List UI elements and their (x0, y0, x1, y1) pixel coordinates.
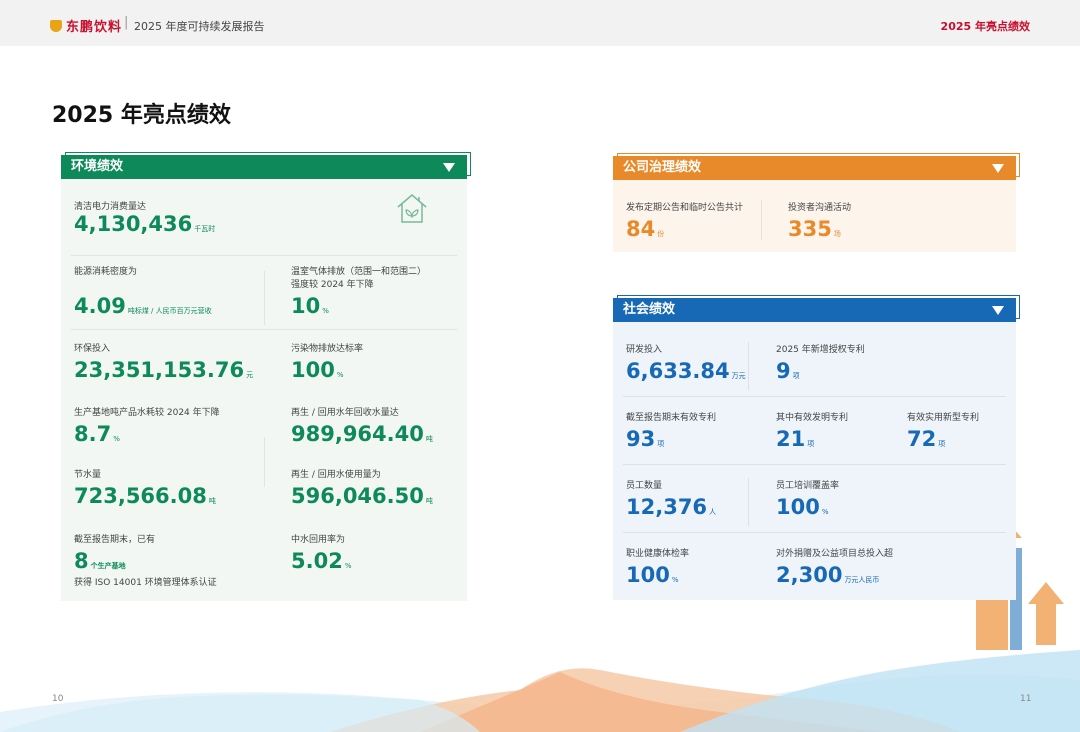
metric-announcements: 发布定期公告和临时公告共计 84 份 (626, 203, 744, 241)
environmental-panel-title: 环境绩效 (71, 159, 124, 174)
metric-donations: 对外捐赠及公益项目总投入超 2,300 万元人民币 (776, 549, 894, 587)
triangle-down-icon (443, 163, 455, 172)
metric-pollutant-compliance: 污染物排放达标率 100% (291, 344, 364, 382)
metric-reclaimed-water-rate: 中水回用率为 5.02% (291, 535, 352, 573)
metric-iso14001-bases: 截至报告期末，已有 8 个生产基地 获得 ISO 14001 环境管理体系认证 (74, 535, 217, 588)
governance-performance-panel: 公司治理绩效 发布定期公告和临时公告共计 84 份 投资者沟通活动 335 场 (613, 153, 1020, 252)
metric-ghg-intensity: 温室气体排放（范围一和范围二） 强度较 2024 年下降 10% (291, 267, 427, 318)
social-performance-panel: 社会绩效 研发投入 6,633.84 万元 2025 年新增授权专利 9项 截至报… (613, 295, 1020, 600)
metric-rd-investment: 研发投入 6,633.84 万元 (626, 345, 746, 383)
metric-invention-patents: 其中有效发明专利 21 项 (776, 413, 849, 451)
top-header-bar: 东鹏饮料 | 2025 年度可持续发展报告 2025 年亮点绩效 (0, 0, 1080, 46)
social-panel-body: 研发投入 6,633.84 万元 2025 年新增授权专利 9项 截至报告期末有效… (613, 322, 1016, 600)
metric-employees: 员工数量 12,376 人 (626, 481, 717, 519)
metric-water-saved: 节水量 723,566.08 吨 (74, 470, 216, 508)
triangle-down-icon (992, 306, 1004, 315)
governance-panel-header: 公司治理绩效 (613, 153, 1020, 180)
metric-energy-intensity: 能源消耗密度为 4.09 吨标煤 / 人民币百万元营收 (74, 267, 212, 318)
page-number-right: 11 (1020, 694, 1032, 704)
crown-icon (50, 19, 62, 32)
metric-environmental-investment: 环保投入 23,351,153.76 元 (74, 344, 254, 382)
metric-recycled-water-recovered: 再生 / 回用水年回收水量达 989,964.40 吨 (291, 408, 433, 446)
page-number-left: 10 (52, 694, 64, 704)
triangle-down-icon (992, 164, 1004, 173)
report-title: 2025 年度可持续发展报告 (134, 20, 265, 33)
social-panel-header: 社会绩效 (613, 295, 1020, 322)
governance-panel-body: 发布定期公告和临时公告共计 84 份 投资者沟通活动 335 场 (613, 180, 1016, 252)
metric-recycled-water-used: 再生 / 回用水使用量为 596,046.50 吨 (291, 470, 433, 508)
brand-logo: 东鹏饮料 (50, 16, 122, 35)
metric-investor-activities: 投资者沟通活动 335 场 (788, 203, 852, 241)
environmental-panel-body: 清洁电力消费量达 4,130,436 千瓦时 能源消耗密度为 4.09 吨标煤 / … (61, 179, 467, 601)
governance-panel-title: 公司治理绩效 (623, 160, 702, 175)
section-name: 2025 年亮点绩效 (940, 20, 1030, 33)
metric-valid-patents: 截至报告期末有效专利 93 项 (626, 413, 717, 451)
header-separator: | (124, 15, 129, 30)
metric-water-per-product: 生产基地吨产品水耗较 2024 年下降 8.7% (74, 408, 220, 446)
metric-utility-patents: 有效实用新型专利 72 项 (907, 413, 980, 451)
metric-health-checkup: 职业健康体检率 100% (626, 549, 690, 587)
metric-training-coverage: 员工培训覆盖率 100% (776, 481, 840, 519)
environmental-panel-header: 环境绩效 (61, 152, 471, 179)
page-title: 2025 年亮点绩效 (52, 103, 231, 128)
environmental-performance-panel: 环境绩效 清洁电力消费量达 4,130,436 千瓦时 能源消耗密度为 4.09 吨… (61, 152, 471, 601)
social-panel-title: 社会绩效 (623, 302, 676, 317)
brand-name: 东鹏饮料 (66, 20, 123, 35)
green-house-icon (397, 194, 427, 223)
metric-clean-electricity: 清洁电力消费量达 4,130,436 千瓦时 (74, 202, 216, 236)
metric-new-patents: 2025 年新增授权专利 9项 (776, 345, 865, 383)
